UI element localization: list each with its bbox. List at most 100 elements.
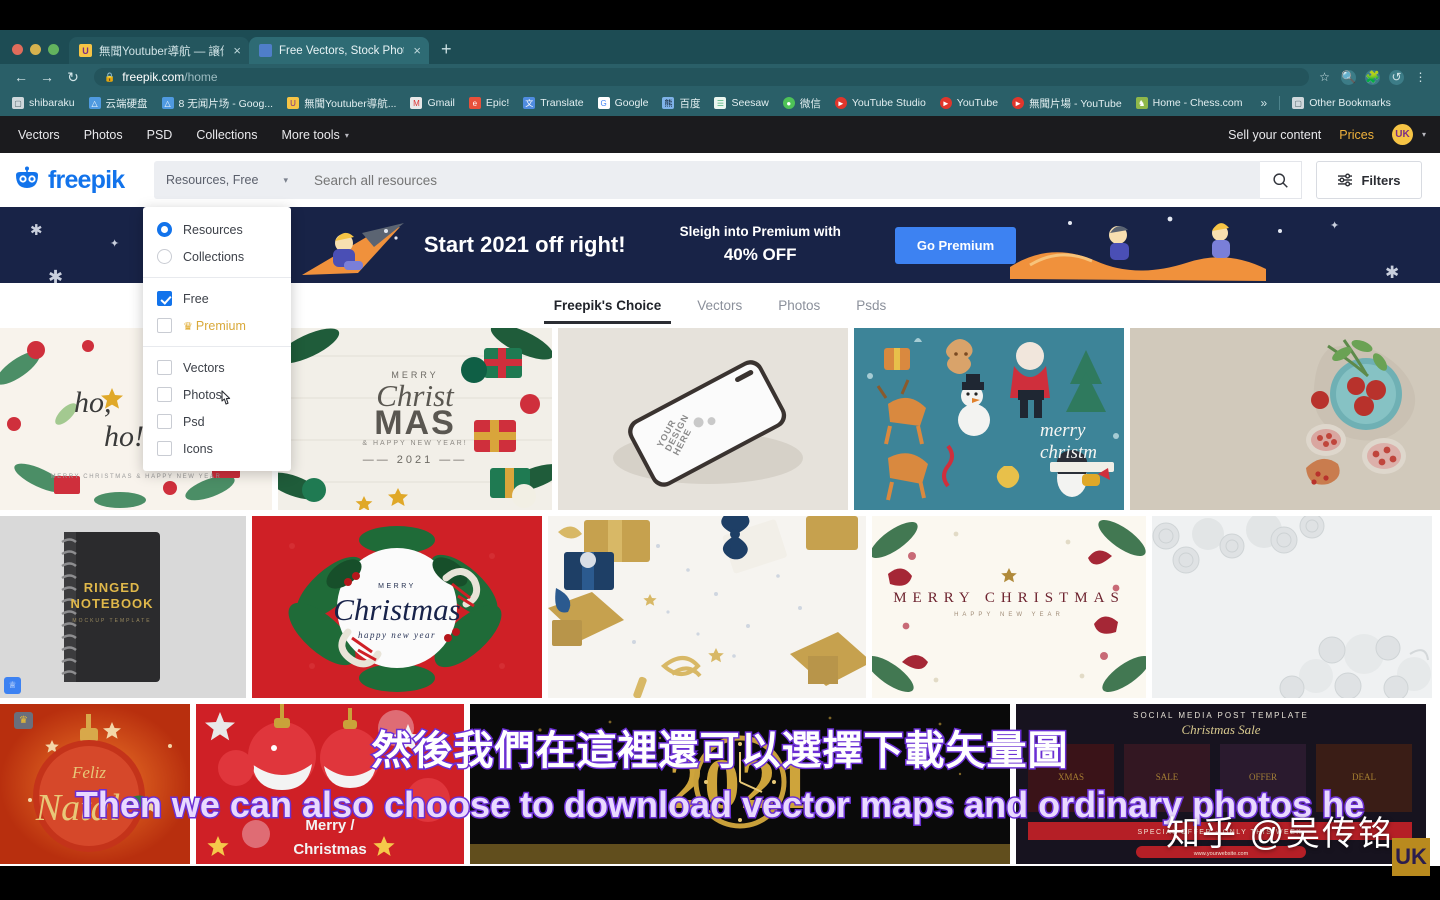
svg-text:Christmas: Christmas bbox=[293, 841, 366, 858]
prices-link[interactable]: Prices bbox=[1339, 128, 1374, 142]
menu-kebab-icon[interactable]: ⋮ bbox=[1413, 70, 1428, 85]
dropdown-option-collections[interactable]: Collections bbox=[143, 243, 291, 270]
checkbox-checked-icon[interactable] bbox=[157, 291, 172, 306]
tab-freepiks-choice[interactable]: Freepik's Choice bbox=[543, 288, 671, 324]
checkbox-unchecked-icon[interactable] bbox=[157, 387, 172, 402]
dropdown-option-photos[interactable]: Photos bbox=[143, 381, 291, 408]
checkbox-unchecked-icon[interactable] bbox=[157, 414, 172, 429]
grid-item-merry-christmas-red-baubles[interactable]: Merry / Christmas bbox=[196, 704, 464, 864]
bookmark-item[interactable]: ► 無聞片場 - YouTube bbox=[1006, 94, 1128, 113]
sell-your-content-link[interactable]: Sell your content bbox=[1228, 128, 1321, 142]
dropdown-option-resources[interactable]: Resources bbox=[143, 216, 291, 243]
dropdown-option-icons[interactable]: Icons bbox=[143, 435, 291, 462]
screen-top-letterbox bbox=[0, 0, 1440, 30]
wreath-card-art: MERRY Christmas happy new year bbox=[252, 516, 542, 698]
checkbox-unchecked-icon[interactable] bbox=[157, 360, 172, 375]
grid-item-feliz-natal-bauble[interactable]: Feliz Natal ♛ bbox=[0, 704, 190, 864]
dropdown-option-label: Psd bbox=[183, 414, 205, 429]
close-tab-icon[interactable]: × bbox=[411, 44, 421, 57]
dropdown-group-license: Free ♛ Premium bbox=[143, 282, 291, 342]
grid-item-white-baubles-pinecones[interactable] bbox=[1152, 516, 1432, 698]
bookmarks-overflow-icon[interactable]: » bbox=[1255, 96, 1274, 110]
bookmark-item[interactable]: ♞ Home - Chess.com bbox=[1130, 95, 1249, 111]
maximize-window-button[interactable] bbox=[48, 44, 59, 55]
bookmark-item[interactable]: ● 微信 bbox=[777, 94, 827, 113]
bookmark-item[interactable]: ► YouTube bbox=[934, 95, 1004, 111]
watermark-text: 知乎 @吴传铭 bbox=[1166, 815, 1394, 853]
search-input[interactable] bbox=[314, 172, 1260, 188]
browser-tab-1[interactable]: 無聞Youtuber導航 — 讓你專注 × bbox=[69, 37, 249, 64]
grid-item-christmas-wreath-red-card[interactable]: MERRY Christmas happy new year bbox=[252, 516, 542, 698]
new-tab-button[interactable]: + bbox=[429, 40, 452, 64]
tab-photos[interactable]: Photos bbox=[774, 288, 824, 323]
grid-item-merry-christmas-floral-card[interactable]: MERRY CHRISTMAS HAPPY NEW YEAR bbox=[872, 516, 1146, 698]
bookmark-item[interactable]: G Google bbox=[592, 95, 655, 111]
dropdown-option-premium[interactable]: ♛ Premium bbox=[143, 312, 291, 339]
checkbox-unchecked-icon[interactable] bbox=[157, 441, 172, 456]
bookmark-item[interactable]: M Gmail bbox=[404, 95, 460, 111]
grid-item-gold-blue-gifts-flatlay[interactable] bbox=[548, 516, 866, 698]
grid-item-phone-mockup[interactable]: YOUR DESIGN HERE bbox=[558, 328, 848, 510]
bookmark-label: 8 无闻片场 - Goog... bbox=[178, 97, 274, 110]
other-bookmarks-button[interactable]: ▢ Other Bookmarks bbox=[1286, 95, 1397, 111]
bookmark-item[interactable]: 文 Translate bbox=[517, 95, 589, 111]
bookmark-item[interactable]: ☰ Seesaw bbox=[708, 95, 774, 111]
close-window-button[interactable] bbox=[12, 44, 23, 55]
bookmark-item[interactable]: e Epic! bbox=[463, 95, 515, 111]
resource-type-value: Resources, Free bbox=[166, 173, 259, 187]
bookmark-item[interactable]: 熊百度 bbox=[656, 94, 706, 113]
reload-icon[interactable]: ↻ bbox=[60, 69, 86, 86]
nav-item-photos[interactable]: Photos bbox=[72, 128, 135, 142]
go-premium-button[interactable]: Go Premium bbox=[894, 226, 1017, 264]
banner-headline: Start 2021 off right! bbox=[423, 232, 626, 257]
radio-selected-icon[interactable] bbox=[157, 222, 172, 237]
nav-item-vectors[interactable]: Vectors bbox=[14, 128, 72, 142]
resource-filter-dropdown[interactable]: Resources Collections Free ♛ Premium Vec… bbox=[143, 207, 291, 471]
forward-icon[interactable]: → bbox=[34, 69, 60, 85]
bookmark-item[interactable]: △ 云端硬盘 bbox=[83, 94, 154, 113]
back-icon[interactable]: ← bbox=[8, 69, 34, 85]
bookmark-item[interactable]: U 無聞Youtuber導航... bbox=[281, 94, 402, 113]
address-bar[interactable]: 🔒 freepik.com/home bbox=[94, 68, 1309, 86]
tab-vectors[interactable]: Vectors bbox=[693, 288, 746, 323]
nav-item-more-tools[interactable]: More tools ▾ bbox=[269, 128, 360, 142]
bookmark-item[interactable]: ► YouTube Studio bbox=[829, 95, 932, 111]
star-icon[interactable]: ☆ bbox=[1317, 70, 1332, 85]
search-field[interactable] bbox=[300, 161, 1260, 199]
checkbox-unchecked-icon[interactable] bbox=[157, 318, 172, 333]
search-circle-icon[interactable]: 🔍 bbox=[1341, 69, 1356, 85]
account-menu[interactable]: UK ▾ bbox=[1391, 124, 1426, 145]
resource-type-select[interactable]: Resources, Free ▾ bbox=[154, 161, 300, 199]
toolbar-icons: ☆ 🔍 🧩 ↺ ⋮ bbox=[1317, 69, 1432, 85]
drive-icon: △ bbox=[161, 97, 174, 109]
history-icon[interactable]: ↺ bbox=[1389, 69, 1404, 85]
radio-unselected-icon[interactable] bbox=[157, 249, 172, 264]
extensions-puzzle-icon[interactable]: 🧩 bbox=[1365, 69, 1380, 85]
minimize-window-button[interactable] bbox=[30, 44, 41, 55]
close-tab-icon[interactable]: × bbox=[231, 44, 241, 57]
filters-button[interactable]: Filters bbox=[1316, 161, 1422, 199]
grid-item-merry-christmas-wood-flatlay[interactable]: MERRY Christ MAS & HAPPY NEW YEAR! —— 20… bbox=[278, 328, 552, 510]
nav-item-collections[interactable]: Collections bbox=[184, 128, 269, 142]
bookmark-item[interactable]: △ 8 无闻片场 - Goog... bbox=[156, 94, 280, 113]
dropdown-option-free[interactable]: Free bbox=[143, 285, 291, 312]
grid-item-ringed-notebook-mockup[interactable]: RINGED NOTEBOOK MOCKUP TEMPLATE ♕ bbox=[0, 516, 246, 698]
dropdown-divider bbox=[143, 346, 291, 347]
lock-icon: 🔒 bbox=[104, 71, 116, 82]
nav-item-psd[interactable]: PSD bbox=[135, 128, 185, 142]
dropdown-option-psd[interactable]: Psd bbox=[143, 408, 291, 435]
grid-item-new-year-2021-gold-clock[interactable]: 2021 bbox=[470, 704, 1010, 864]
grid-item-christmas-doodle-pattern[interactable]: merry christm bbox=[854, 328, 1124, 510]
baidu-icon: 熊 bbox=[662, 97, 675, 109]
tab-psds[interactable]: Psds bbox=[852, 288, 890, 323]
grid-item-pomegranate-flatlay[interactable] bbox=[1130, 328, 1440, 510]
other-bookmarks-label: Other Bookmarks bbox=[1309, 97, 1391, 109]
filters-label: Filters bbox=[1361, 172, 1401, 188]
window-controls[interactable] bbox=[0, 44, 69, 64]
bookmark-label: shibaraku bbox=[29, 97, 75, 109]
dropdown-option-vectors[interactable]: Vectors bbox=[143, 354, 291, 381]
freepik-logo[interactable]: freepik bbox=[12, 166, 142, 195]
browser-tab-2[interactable]: Free Vectors, Stock Photos & P × bbox=[249, 37, 429, 64]
bookmark-item[interactable]: ▢ shibaraku bbox=[6, 95, 81, 111]
search-button[interactable] bbox=[1260, 161, 1302, 199]
